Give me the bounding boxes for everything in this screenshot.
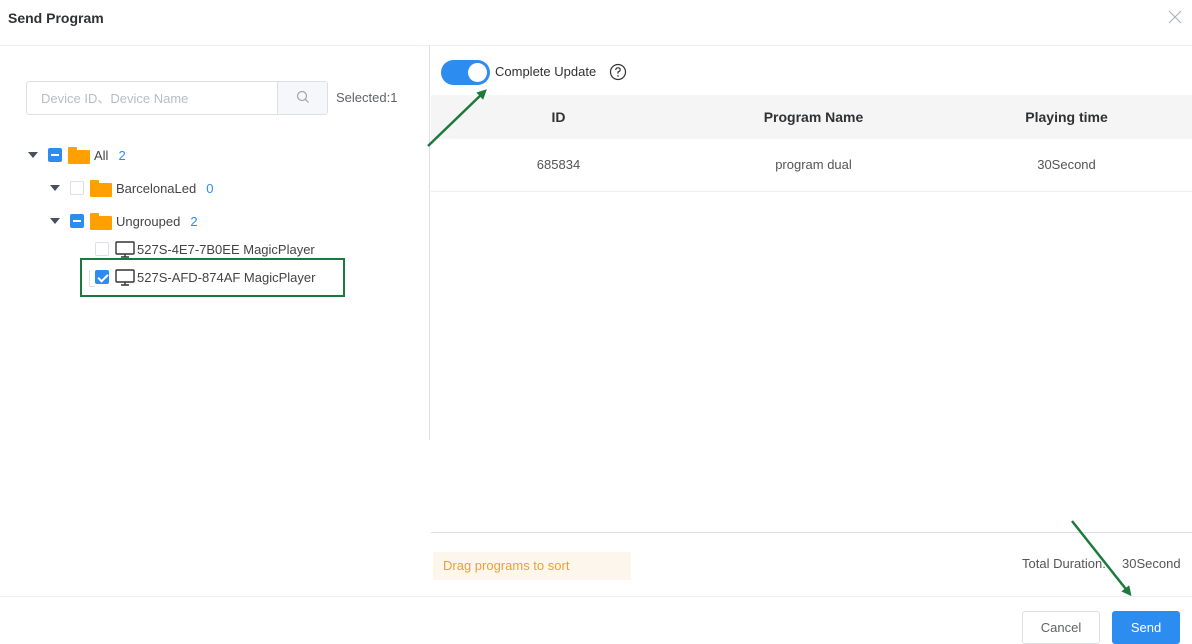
cell-program-name: program dual — [775, 157, 852, 172]
folder-icon — [90, 179, 112, 197]
tree-node-all[interactable]: All 2 — [28, 144, 126, 166]
column-header-playing-time: Playing time — [1025, 109, 1108, 125]
column-header-program-name: Program Name — [763, 109, 864, 125]
folder-icon — [90, 212, 112, 230]
checkbox-barcelonaled[interactable] — [70, 181, 84, 195]
annotation-highlight-box — [80, 258, 345, 297]
cell-id: 685834 — [536, 157, 581, 172]
cancel-button[interactable]: Cancel — [1022, 611, 1100, 644]
caret-down-icon[interactable] — [50, 185, 60, 191]
folder-icon — [68, 146, 90, 164]
search-input[interactable] — [27, 82, 277, 114]
column-header-id: ID — [551, 109, 566, 125]
selected-count: Selected:1 — [336, 90, 398, 105]
caret-down-icon[interactable] — [28, 152, 38, 158]
table-row[interactable]: 685834 program dual 30Second — [431, 139, 1192, 192]
dialog-title: Send Program — [8, 10, 104, 26]
device-search — [26, 81, 328, 115]
send-button[interactable]: Send — [1112, 611, 1180, 644]
node-label: 527S-4E7-7B0EE MagicPlayer — [137, 241, 315, 257]
checkbox-all[interactable] — [48, 148, 62, 162]
node-label: All — [94, 147, 109, 163]
panel-divider — [429, 46, 430, 440]
node-label: Ungrouped — [116, 213, 181, 229]
checkbox-device[interactable] — [95, 242, 109, 256]
caret-down-icon[interactable] — [50, 218, 60, 224]
tree-node-ungrouped[interactable]: Ungrouped 2 — [50, 210, 198, 232]
cell-playing-time: 30Second — [1037, 157, 1096, 172]
program-table: ID Program Name Playing time 685834 prog… — [431, 95, 1192, 533]
device-panel: Selected:1 All 2 BarcelonaLed 0 Ungroupe… — [0, 46, 430, 596]
node-label: BarcelonaLed — [116, 180, 197, 196]
node-count: 2 — [190, 213, 198, 229]
drag-sort-hint: Drag programs to sort — [433, 552, 631, 580]
search-icon — [296, 90, 310, 107]
close-icon[interactable] — [1166, 8, 1184, 26]
complete-update-label: Complete Update — [495, 64, 597, 79]
tree-node-device[interactable]: 527S-4E7-7B0EE MagicPlayer — [95, 238, 315, 260]
search-button[interactable] — [277, 82, 327, 114]
help-icon[interactable] — [609, 63, 627, 81]
total-duration-value: 30Second — [1122, 556, 1181, 571]
checkbox-ungrouped[interactable] — [70, 214, 84, 228]
total-duration-label: Total Duration: — [1022, 556, 1106, 571]
node-count: 2 — [118, 147, 126, 163]
table-header: ID Program Name Playing time — [431, 95, 1192, 139]
toggle-knob — [468, 63, 487, 82]
tree-node-barcelonaled[interactable]: BarcelonaLed 0 — [50, 177, 213, 199]
footer-divider — [0, 596, 1192, 597]
complete-update-toggle[interactable] — [441, 60, 490, 85]
node-count: 0 — [206, 180, 214, 196]
monitor-icon — [115, 240, 135, 258]
